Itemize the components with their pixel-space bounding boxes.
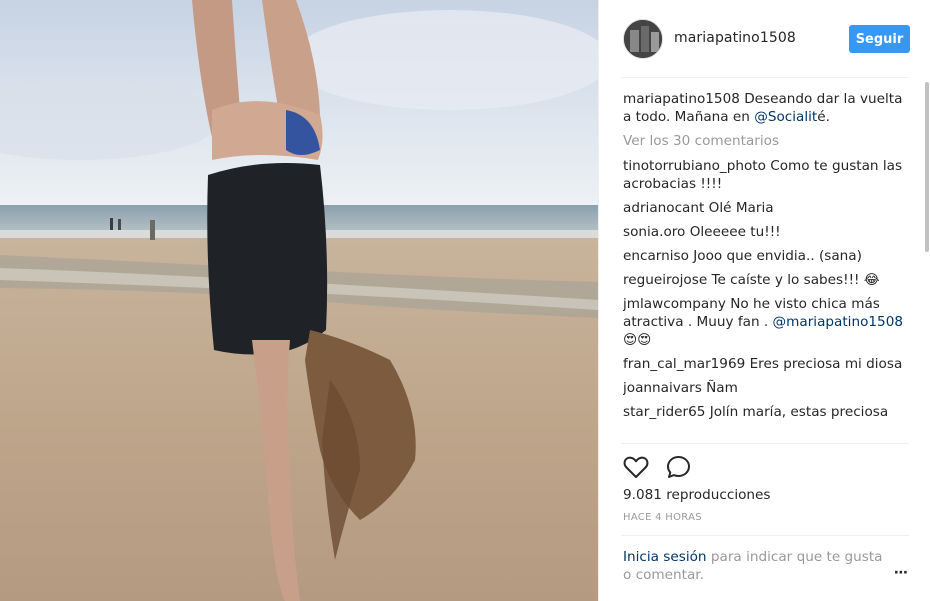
comment-mention[interactable]: @mariapatino1508 [773,314,903,330]
login-prompt: Inicia sesión para indicar que te gusta … [623,548,893,584]
caption-mention[interactable]: @Socialit [754,109,817,125]
comment-text: Ñam [701,380,738,396]
comment-username[interactable]: sonia.oro [623,224,685,240]
post-side-panel: mariapatino1508 Seguir mariapatino1508 D… [598,0,930,601]
comment-item: regueirojose Te caíste y lo sabes!!! 😂 [623,271,915,289]
comment-username[interactable]: encarniso [623,248,689,264]
comment-text: Jooo que envidia.. (sana) [688,248,862,264]
comment-emoji: 😍😍 [623,332,652,348]
heart-icon[interactable] [623,455,649,483]
comment-text: Te caíste y lo sabes!!! 😂 [707,272,880,288]
comments-scrollbar[interactable] [924,78,930,448]
comment-username[interactable]: joannaivars [623,380,702,396]
login-link[interactable]: Inicia sesión [623,549,707,565]
comment-icon[interactable] [666,455,692,483]
comment-username[interactable]: fran_cal_mar1969 [623,356,745,372]
actions-divider [621,443,909,444]
comment-item: sonia.oro Oleeeee tu!!! [623,223,915,241]
comment-item: adrianocant Olé Maria [623,199,915,217]
comment-item: star_rider65 Jolín maría, estas preciosa [623,403,915,421]
post-caption: mariapatino1508 Deseando dar la vuelta a… [623,90,915,126]
user-avatar[interactable] [623,19,663,59]
comment-text: Olé Maria [704,200,774,216]
comment-text: Oleeeee tu!!! [685,224,781,240]
comment-item: fran_cal_mar1969 Eres preciosa mi diosa [623,355,915,373]
post-username[interactable]: mariapatino1508 [674,30,796,46]
comments-list[interactable]: mariapatino1508 Deseando dar la vuelta a… [623,90,915,442]
post-timestamp[interactable]: HACE 4 HORAS [623,512,702,523]
view-all-comments-link[interactable]: Ver los 30 comentarios [623,132,915,150]
comment-text: Jolín maría, estas preciosa [705,404,889,420]
post-video[interactable] [0,0,598,601]
post-header: mariapatino1508 Seguir [599,0,930,78]
follow-button[interactable]: Seguir [849,25,910,53]
caption-username[interactable]: mariapatino1508 [623,91,740,107]
comment-username[interactable]: tinotorrubiano_photo [623,158,766,174]
comment-username[interactable]: jmlawcompany [623,296,726,312]
comment-username[interactable]: star_rider65 [623,404,705,420]
beach-video-frame [0,0,598,601]
comment-text: Eres preciosa mi diosa [745,356,903,372]
comment-item: jmlawcompany No he visto chica más atrac… [623,295,915,349]
scrollbar-thumb[interactable] [925,82,929,252]
avatar-image [624,20,662,58]
login-divider [621,535,909,536]
header-divider [621,77,909,78]
post-actions [623,455,704,481]
comment-item: encarniso Jooo que envidia.. (sana) [623,247,915,265]
view-count: 9.081 reproducciones [623,487,771,503]
more-options-icon[interactable]: ⋯ [894,565,909,581]
comment-item: joannaivars Ñam [623,379,915,397]
caption-text-end: é. [817,109,830,125]
comment-username[interactable]: adrianocant [623,200,704,216]
comment-item: tinotorrubiano_photo Como te gustan las … [623,157,915,193]
comment-username[interactable]: regueirojose [623,272,707,288]
